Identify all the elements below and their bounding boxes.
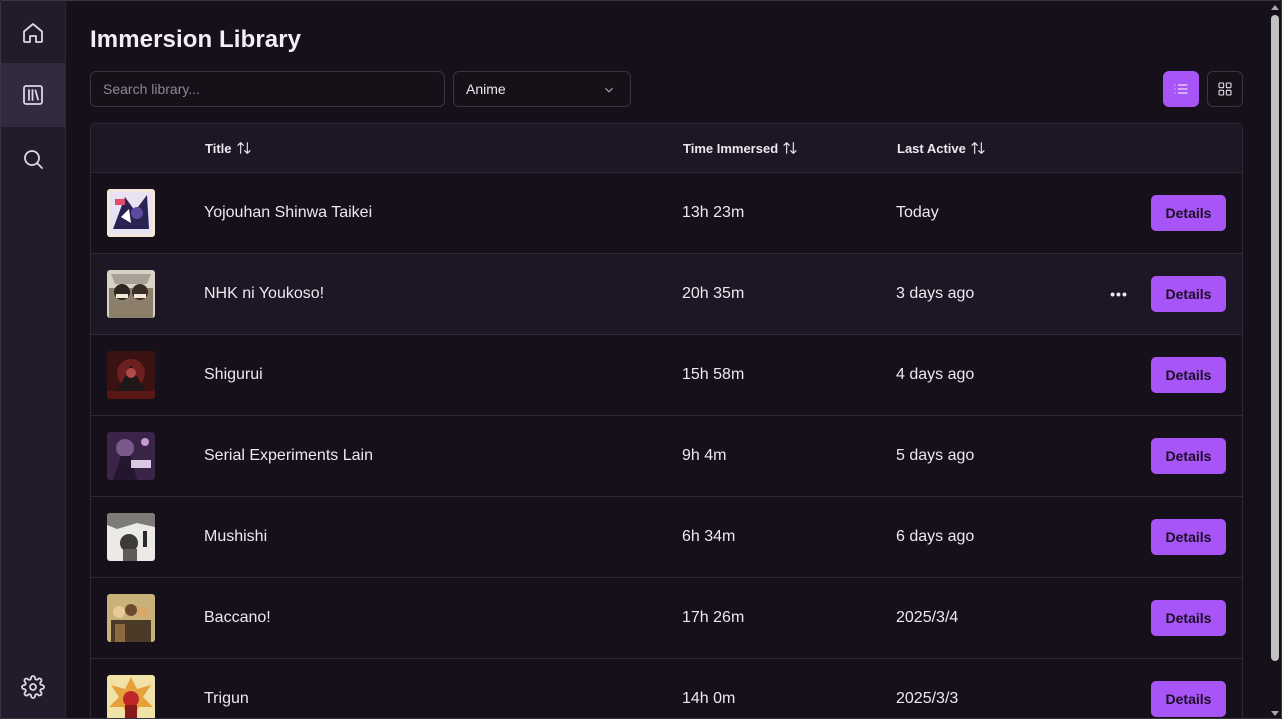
row-title: Serial Experiments Lain (204, 447, 373, 464)
row-last-active: 2025/3/3 (896, 690, 959, 707)
grid-icon (1218, 82, 1232, 96)
cover-thumbnail (107, 351, 155, 399)
library-icon (23, 85, 43, 105)
sidebar-item-settings[interactable] (1, 655, 65, 718)
library-table: Title Time Immersed Last Active Yojouhan… (90, 123, 1243, 718)
category-select-value: Anime (466, 81, 506, 97)
row-last-active: 2025/3/4 (896, 609, 959, 626)
sidebar-item-library[interactable] (1, 63, 65, 127)
row-time-immersed: 13h 23m (682, 204, 745, 221)
vertical-scrollbar[interactable] (1267, 1, 1281, 718)
list-view-button[interactable] (1163, 71, 1199, 107)
cover-thumbnail (107, 675, 155, 718)
sidebar-item-home[interactable] (1, 1, 65, 65)
row-last-active: 3 days ago (896, 285, 975, 302)
more-options-icon[interactable]: ••• (1109, 284, 1129, 304)
home-icon (23, 23, 43, 43)
scroll-up-arrow-icon[interactable] (1271, 5, 1279, 10)
details-button[interactable]: Details (1151, 357, 1226, 393)
list-icon (1174, 84, 1188, 94)
column-header-time: Time Immersed (683, 140, 779, 156)
search-icon (24, 150, 43, 169)
row-title: Mushishi (204, 528, 268, 545)
row-last-active: 4 days ago (896, 366, 975, 383)
table-row[interactable]: Yojouhan Shinwa Taikei 13h 23m Today Det… (91, 173, 1242, 254)
row-last-active: 5 days ago (896, 447, 975, 464)
gear-icon (21, 675, 45, 699)
details-button[interactable]: Details (1151, 276, 1226, 312)
row-title: NHK ni Youkoso! (204, 285, 325, 302)
row-time-immersed: 15h 58m (682, 366, 745, 383)
row-last-active: 6 days ago (896, 528, 975, 545)
scrollbar-thumb[interactable] (1271, 15, 1279, 661)
sort-by-last-active[interactable]: Last Active (897, 140, 986, 156)
table-row[interactable]: Serial Experiments Lain 9h 4m 5 days ago… (91, 416, 1242, 497)
cover-thumbnail (107, 594, 155, 642)
main-content: Immersion Library Anime Title (66, 1, 1267, 718)
cover-thumbnail (107, 432, 155, 480)
cover-thumbnail (107, 270, 155, 318)
column-header-title: Title (205, 140, 232, 156)
details-button[interactable]: Details (1151, 600, 1226, 636)
page-title: Immersion Library (90, 26, 302, 53)
details-button[interactable]: Details (1151, 681, 1226, 717)
row-time-immersed: 14h 0m (682, 690, 736, 707)
chevron-down-icon (602, 83, 616, 97)
row-title: Yojouhan Shinwa Taikei (204, 204, 373, 221)
table-row[interactable]: Baccano! 17h 26m 2025/3/4 Details (91, 578, 1242, 659)
category-select[interactable]: Anime (453, 71, 631, 107)
sort-icon (783, 142, 797, 154)
row-title: Baccano! (204, 609, 271, 626)
search-input[interactable] (90, 71, 445, 107)
cover-thumbnail (107, 513, 155, 561)
row-time-immersed: 6h 34m (682, 528, 736, 545)
details-button[interactable]: Details (1151, 438, 1226, 474)
table-row[interactable]: Trigun 14h 0m 2025/3/3 Details (91, 659, 1242, 718)
table-header: Title Time Immersed Last Active (91, 124, 1242, 173)
table-row[interactable]: NHK ni Youkoso! 20h 35m 3 days ago ••• D… (91, 254, 1242, 335)
app-window: Immersion Library Anime Title (0, 0, 1282, 719)
cover-thumbnail (107, 189, 155, 237)
table-row[interactable]: Shigurui 15h 58m 4 days ago Details (91, 335, 1242, 416)
row-title: Shigurui (204, 366, 263, 383)
sidebar-item-search[interactable] (1, 127, 65, 191)
row-last-active: Today (896, 204, 939, 221)
sidebar (1, 1, 66, 718)
grid-view-button[interactable] (1207, 71, 1243, 107)
table-row[interactable]: Mushishi 6h 34m 6 days ago Details (91, 497, 1242, 578)
scroll-down-arrow-icon[interactable] (1271, 711, 1279, 716)
row-time-immersed: 17h 26m (682, 609, 745, 626)
details-button[interactable]: Details (1151, 519, 1226, 555)
row-time-immersed: 20h 35m (682, 285, 745, 302)
row-time-immersed: 9h 4m (682, 447, 727, 464)
sort-icon (971, 142, 985, 154)
row-title: Trigun (204, 690, 249, 707)
column-header-last-active: Last Active (897, 140, 966, 156)
sort-by-time[interactable]: Time Immersed (683, 140, 798, 156)
sort-icon (236, 142, 251, 154)
sort-by-title[interactable]: Title (205, 140, 252, 156)
details-button[interactable]: Details (1151, 195, 1226, 231)
